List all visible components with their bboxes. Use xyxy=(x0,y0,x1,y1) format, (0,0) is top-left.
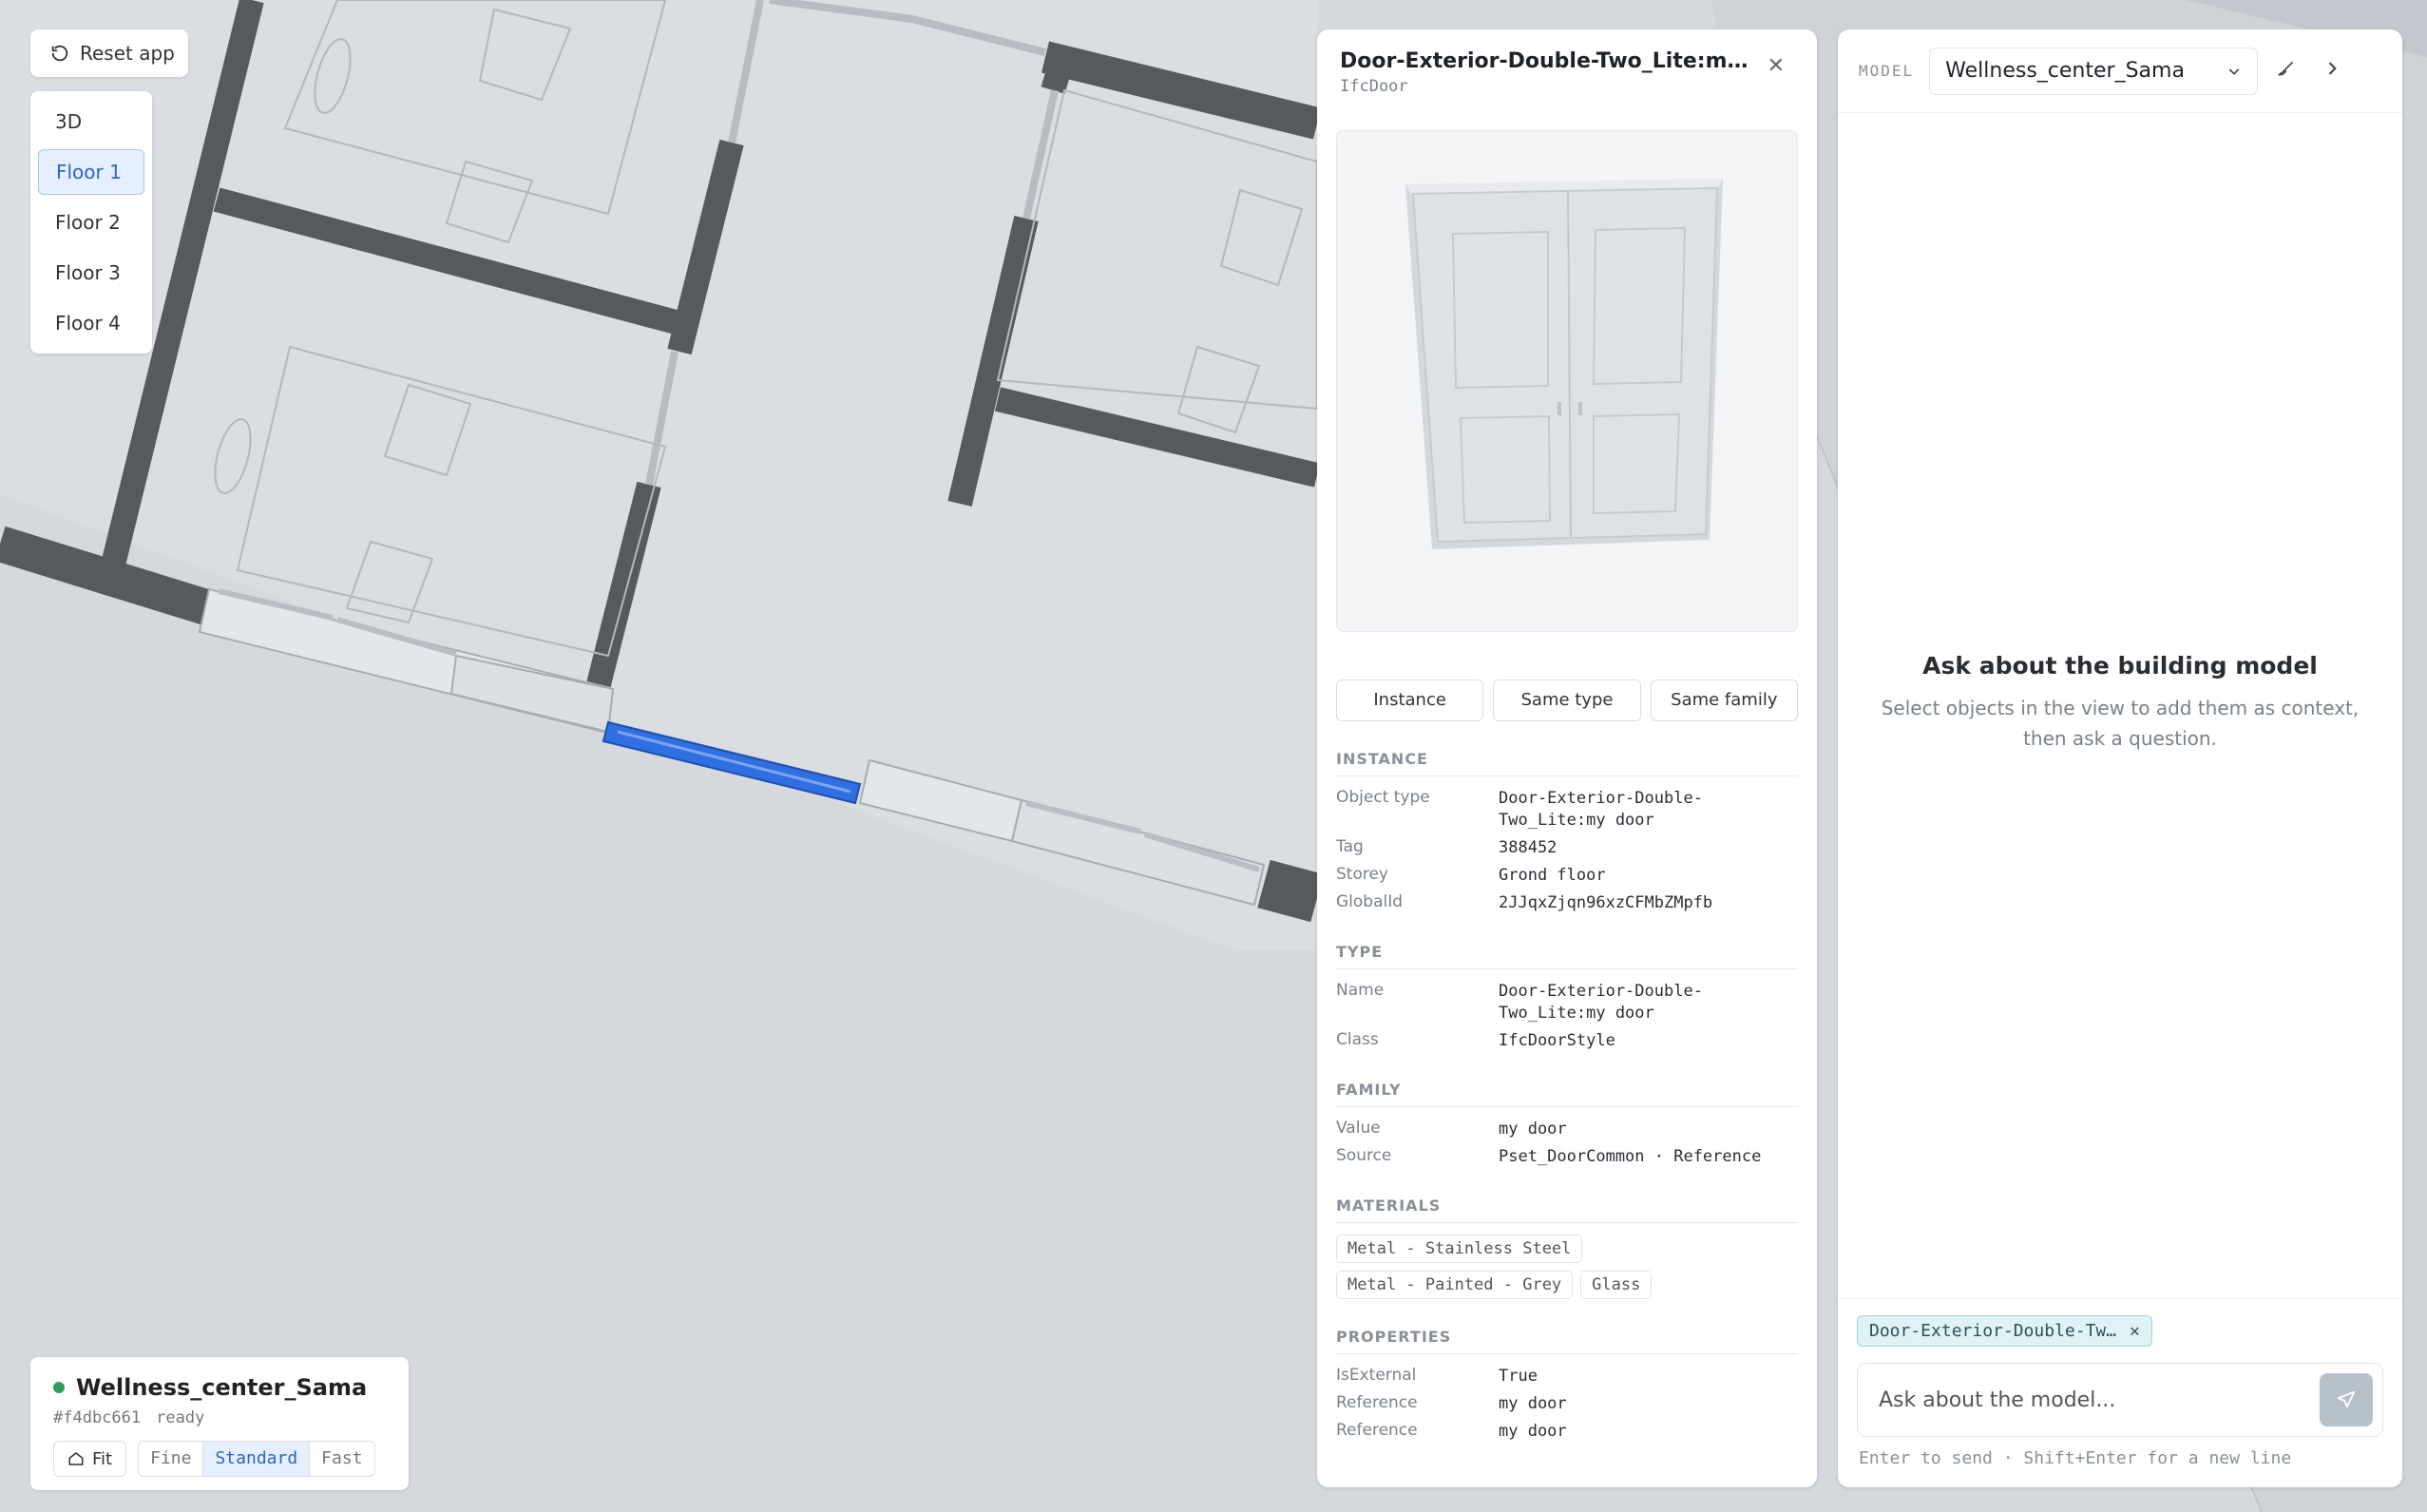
select-same-family-button[interactable]: Same family xyxy=(1650,679,1798,721)
properties-panel: Door-Exterior-Double-Two_Lite:my door If… xyxy=(1317,29,1817,1487)
close-icon[interactable]: ✕ xyxy=(1768,54,1785,78)
floor-item-floor-2[interactable]: Floor 2 xyxy=(38,200,144,245)
home-icon xyxy=(68,1452,84,1465)
object-type-value: Door-Exterior-Double-Two_Lite:my door xyxy=(1499,789,1703,830)
send-icon xyxy=(2337,1390,2356,1408)
property-key: IsExternal xyxy=(1336,1366,1417,1385)
floor-menu: 3D Floor 1 Floor 2 Floor 3 Floor 4 xyxy=(30,91,152,354)
properties-heading: PROPERTIES xyxy=(1336,1328,1798,1354)
type-heading: TYPE xyxy=(1336,943,1798,969)
family-value-key: Value xyxy=(1336,1119,1381,1138)
refresh-icon xyxy=(51,45,68,62)
material-chip: Glass xyxy=(1580,1271,1653,1299)
chevron-right-icon[interactable] xyxy=(2315,59,2349,84)
tag-key: Tag xyxy=(1336,837,1364,856)
type-class-value: IfcDoorStyle xyxy=(1499,1031,1615,1050)
model-status-card: Wellness_center_Sama #f4dbc661 ready Fit… xyxy=(30,1357,409,1490)
context-chip-label: Door-Exterior-Double-Two_Lite:my door xyxy=(1869,1321,2118,1341)
empty-state-subtitle: Select objects in the view to add them a… xyxy=(1881,697,2360,750)
property-key: Reference xyxy=(1336,1421,1418,1440)
brush-icon[interactable] xyxy=(2269,59,2303,84)
quality-selector: Fine Standard Fast xyxy=(138,1441,375,1477)
select-instance-button[interactable]: Instance xyxy=(1336,679,1484,721)
floor-item-3d[interactable]: 3D xyxy=(38,99,144,144)
context-chip[interactable]: Door-Exterior-Double-Two_Lite:my door ✕ xyxy=(1857,1315,2152,1347)
material-chip: Metal - Stainless Steel xyxy=(1336,1234,1583,1263)
property-value: my door xyxy=(1499,1394,1567,1413)
object-type-key: Object type xyxy=(1336,788,1430,807)
storey-key: Storey xyxy=(1336,865,1388,884)
instance-heading: INSTANCE xyxy=(1336,750,1798,776)
property-value: my door xyxy=(1499,1422,1567,1441)
tag-value: 388452 xyxy=(1499,838,1557,857)
door-preview-image xyxy=(1405,179,1723,549)
family-source-value: Pset_DoorCommon · Reference xyxy=(1499,1147,1762,1166)
element-preview[interactable] xyxy=(1336,130,1798,632)
property-value: True xyxy=(1499,1367,1538,1386)
fit-button[interactable]: Fit xyxy=(53,1441,127,1477)
model-select[interactable]: Wellness_center_Sama xyxy=(1929,47,2259,95)
status-state: ready xyxy=(156,1408,205,1427)
type-name-value: Door-Exterior-Double-Two_Lite:my door xyxy=(1499,982,1703,1023)
remove-context-icon[interactable]: ✕ xyxy=(2130,1321,2140,1341)
floor-item-floor-3[interactable]: Floor 3 xyxy=(38,250,144,296)
material-chip: Metal - Painted - Grey xyxy=(1336,1271,1574,1299)
quality-option-standard[interactable]: Standard xyxy=(203,1442,311,1476)
globalid-value: 2JJqxZjqn96xzCFMbZMpfb xyxy=(1499,893,1713,912)
quality-option-fine[interactable]: Fine xyxy=(139,1442,204,1476)
type-class-key: Class xyxy=(1336,1030,1379,1049)
family-value: my door xyxy=(1499,1120,1567,1139)
status-model-name: Wellness_center_Sama xyxy=(76,1374,368,1401)
ask-box xyxy=(1857,1363,2383,1437)
input-hint: Enter to send · Shift+Enter for a new li… xyxy=(1859,1448,2292,1468)
quality-option-fast[interactable]: Fast xyxy=(310,1442,373,1476)
storey-value: Grond floor xyxy=(1499,866,1606,885)
reset-app-label: Reset app xyxy=(80,42,175,65)
status-hash: #f4dbc661 xyxy=(53,1408,142,1427)
assistant-panel: MODEL Wellness_center_Sama Ask about the… xyxy=(1838,29,2402,1487)
status-dot-icon xyxy=(53,1382,65,1393)
empty-state-title: Ask about the building model xyxy=(1922,652,2318,679)
fit-label: Fit xyxy=(92,1448,113,1469)
reset-app-button[interactable]: Reset app xyxy=(30,29,188,77)
property-key: Reference xyxy=(1336,1393,1418,1412)
ask-input[interactable] xyxy=(1877,1387,2299,1413)
family-heading: FAMILY xyxy=(1336,1081,1798,1107)
family-source-key: Source xyxy=(1336,1146,1392,1165)
send-button[interactable] xyxy=(2320,1373,2373,1426)
floor-item-floor-4[interactable]: Floor 4 xyxy=(38,300,144,346)
select-same-type-button[interactable]: Same type xyxy=(1493,679,1641,721)
model-select-value: Wellness_center_Sama xyxy=(1945,59,2185,83)
materials-heading: MATERIALS xyxy=(1336,1196,1798,1223)
element-title: Door-Exterior-Double-Two_Lite:my door xyxy=(1340,49,1758,73)
chevron-down-icon xyxy=(2228,67,2240,75)
element-class: IfcDoor xyxy=(1340,77,1408,96)
type-name-key: Name xyxy=(1336,981,1385,1000)
model-label: MODEL xyxy=(1859,62,1915,80)
floor-item-floor-1[interactable]: Floor 1 xyxy=(38,149,144,195)
globalid-key: GlobalId xyxy=(1336,892,1404,911)
